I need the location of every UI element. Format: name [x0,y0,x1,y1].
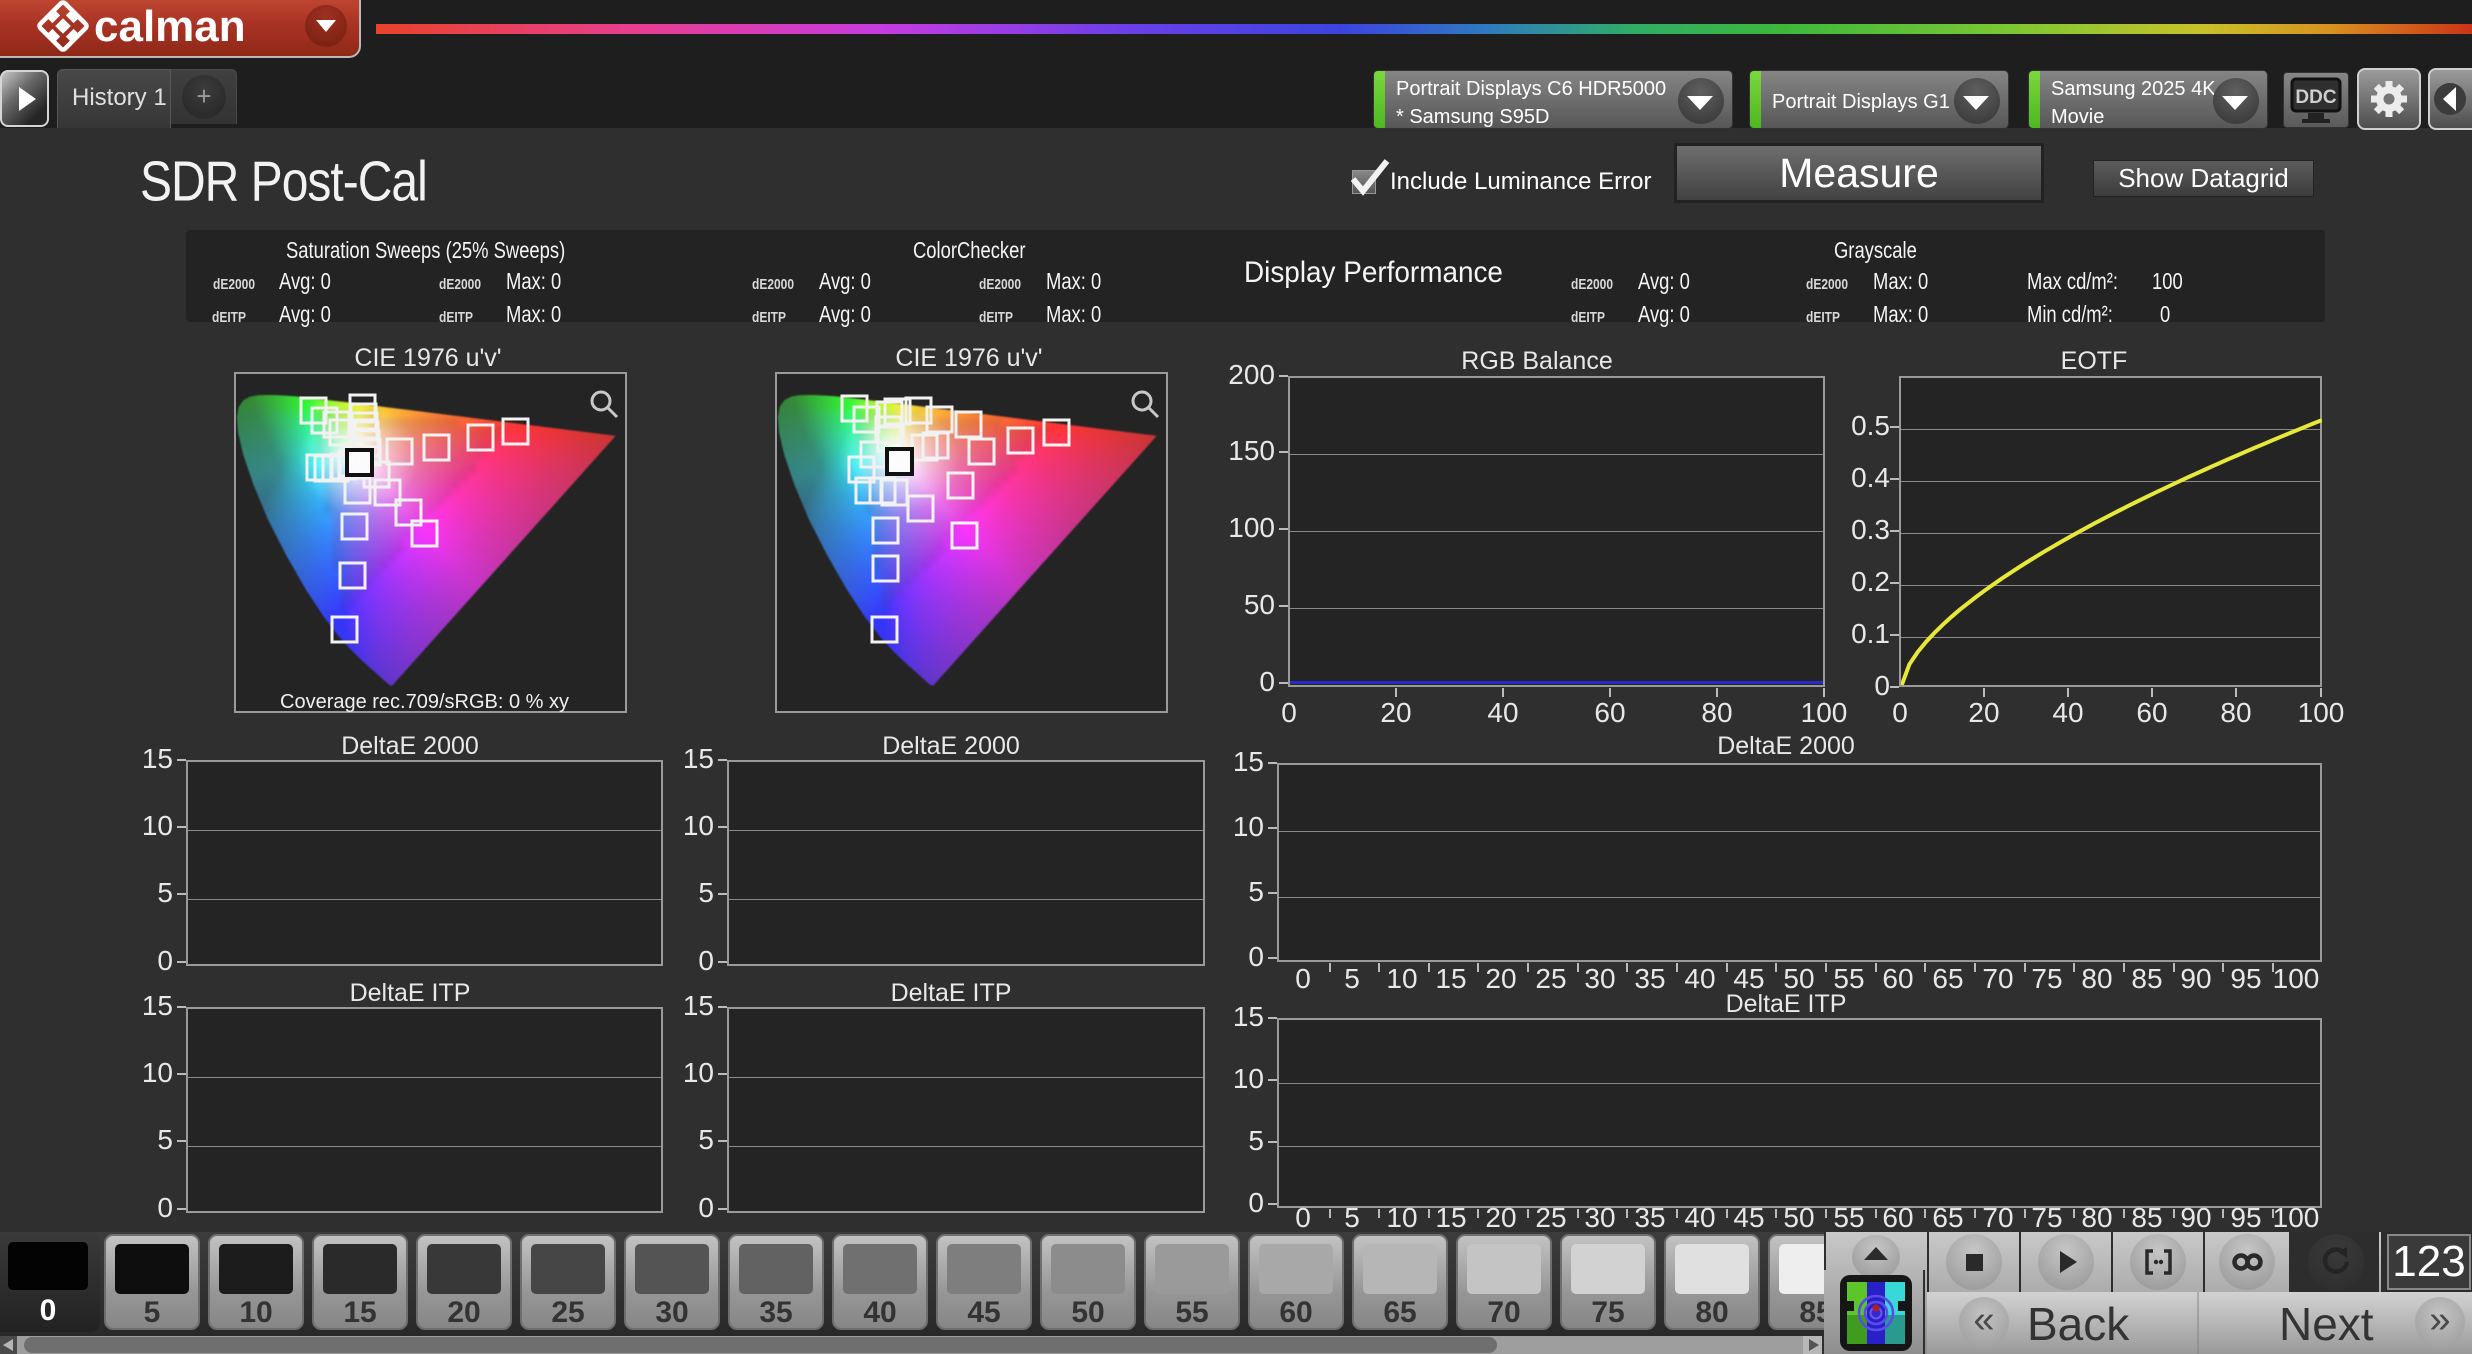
svg-text:calman: calman [94,2,246,51]
svg-text:DDC: DDC [2295,87,2336,108]
svg-text:Coverage rec.709/sRGB: 0 % xy: Coverage rec.709/sRGB: 0 % xy [280,691,569,713]
